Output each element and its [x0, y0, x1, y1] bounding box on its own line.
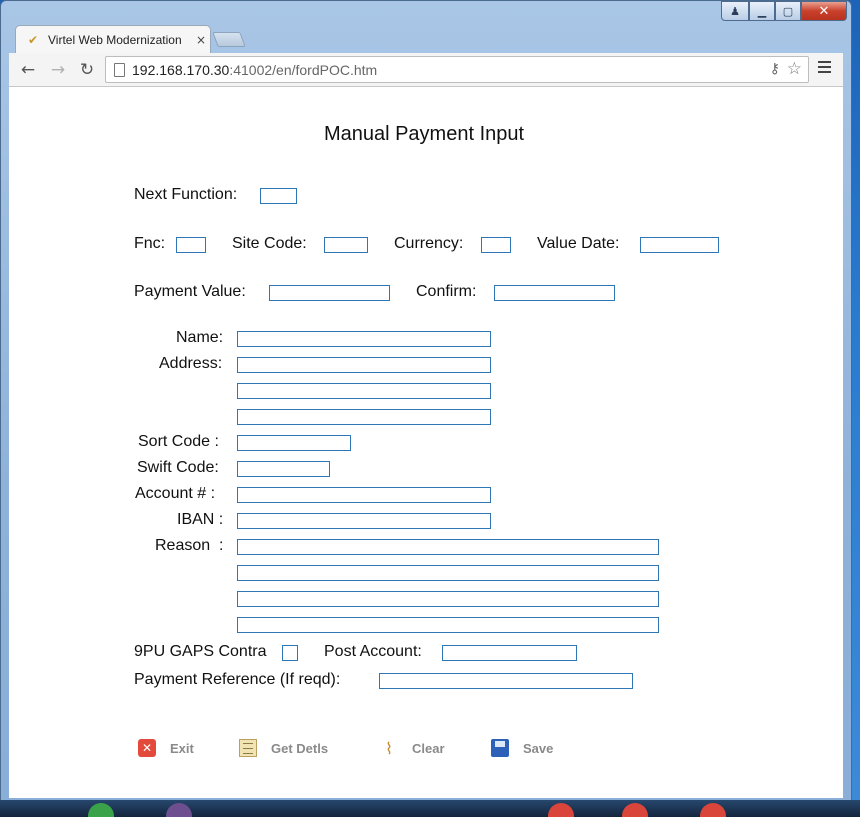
reason-line-1-input[interactable] [237, 539, 659, 555]
fnc-label: Fnc: [134, 235, 166, 252]
reason-label: Reason : [155, 537, 224, 554]
browser-tab[interactable]: ✔ Virtel Web Modernization × [15, 25, 211, 53]
broom-icon: ⌇ [385, 738, 393, 758]
confirm-label: Confirm: [416, 283, 477, 300]
currency-label: Currency: [394, 235, 464, 252]
swift-code-input[interactable] [237, 461, 330, 477]
forward-button[interactable]: → [47, 59, 69, 81]
user-icon[interactable]: ♟ [721, 1, 749, 21]
payment-reference-input[interactable] [379, 673, 633, 689]
get-detls-label: Get Detls [271, 740, 329, 756]
bookmark-star-icon[interactable]: ☆ [787, 59, 802, 79]
new-tab-button[interactable] [212, 32, 246, 47]
browser-window: ♟ ▁ ▢ ✕ ✔ Virtel Web Modernization × ← →… [0, 0, 852, 808]
minimize-button[interactable]: ▁ [749, 1, 775, 21]
post-account-label: Post Account: [324, 643, 422, 660]
chrome-icon[interactable] [700, 803, 726, 817]
address-bar[interactable]: 192.168.170.30:41002/en/fordPOC.htm ⚷ ☆ [105, 56, 809, 83]
page-content: Manual Payment Input Next Function: Fnc:… [9, 87, 843, 798]
gaps-contra-label: 9PU GAPS Contra [134, 643, 267, 660]
payment-value-label: Payment Value: [134, 283, 246, 300]
iban-label: IBAN : [177, 511, 224, 528]
site-code-label: Site Code: [232, 235, 307, 252]
address-label: Address: [159, 355, 223, 372]
currency-input[interactable] [481, 237, 511, 253]
address-line-3-input[interactable] [237, 409, 491, 425]
address-line-1-input[interactable] [237, 357, 491, 373]
exit-button[interactable]: ✕ Exit [138, 737, 194, 759]
close-window-button[interactable]: ✕ [801, 1, 847, 21]
taskbar-app-icon[interactable] [166, 803, 192, 817]
payment-value-input[interactable] [269, 285, 390, 301]
url-host: 192.168.170.30 [132, 62, 230, 78]
chrome-icon[interactable] [622, 803, 648, 817]
value-date-input[interactable] [640, 237, 719, 253]
url-path: :41002/en/fordPOC.htm [229, 62, 378, 78]
taskbar-app-icon[interactable] [88, 803, 114, 817]
iban-input[interactable] [237, 513, 491, 529]
sort-code-input[interactable] [237, 435, 351, 451]
reason-line-2-input[interactable] [237, 565, 659, 581]
chrome-icon[interactable] [548, 803, 574, 817]
account-input[interactable] [237, 487, 491, 503]
get-detls-button[interactable]: Get Detls [239, 737, 328, 759]
tab-close-icon[interactable]: × [196, 33, 206, 47]
browser-toolbar: ← → ↻ 192.168.170.30:41002/en/fordPOC.ht… [9, 53, 843, 87]
favicon-icon: ✔ [28, 32, 39, 47]
url-text: 192.168.170.30:41002/en/fordPOC.htm [132, 62, 377, 78]
address-line-2-input[interactable] [237, 383, 491, 399]
floppy-disk-icon [491, 739, 509, 757]
name-input[interactable] [237, 331, 491, 347]
exit-label: Exit [170, 740, 194, 756]
reason-line-4-input[interactable] [237, 617, 659, 633]
maximize-button[interactable]: ▢ [775, 1, 801, 21]
account-label: Account # : [135, 485, 216, 502]
back-button[interactable]: ← [17, 59, 39, 81]
gaps-contra-checkbox[interactable] [282, 645, 298, 661]
swift-code-label: Swift Code: [137, 459, 219, 476]
clear-button[interactable]: ⌇ Clear [380, 737, 445, 759]
next-function-label: Next Function: [134, 186, 238, 203]
document-info-icon [239, 739, 257, 757]
taskbar [0, 800, 860, 817]
site-code-input[interactable] [324, 237, 368, 253]
confirm-input[interactable] [494, 285, 615, 301]
post-account-input[interactable] [442, 645, 577, 661]
name-label: Name: [176, 329, 224, 346]
reload-button[interactable]: ↻ [76, 59, 98, 81]
page-title: Manual Payment Input [323, 123, 525, 145]
menu-icon[interactable] [818, 61, 831, 75]
window-controls: ♟ ▁ ▢ ✕ [721, 1, 847, 23]
save-label: Save [523, 740, 554, 756]
page-icon [114, 63, 125, 77]
reason-line-3-input[interactable] [237, 591, 659, 607]
payment-reference-label: Payment Reference (If reqd): [134, 671, 341, 688]
close-icon: ✕ [138, 739, 156, 757]
value-date-label: Value Date: [537, 235, 620, 252]
fnc-input[interactable] [176, 237, 206, 253]
save-button[interactable]: Save [491, 737, 553, 759]
sort-code-label: Sort Code : [138, 433, 219, 450]
next-function-input[interactable] [260, 188, 297, 204]
clear-label: Clear [412, 740, 445, 756]
key-icon[interactable]: ⚷ [770, 61, 780, 77]
tab-title: Virtel Web Modernization [48, 32, 182, 47]
